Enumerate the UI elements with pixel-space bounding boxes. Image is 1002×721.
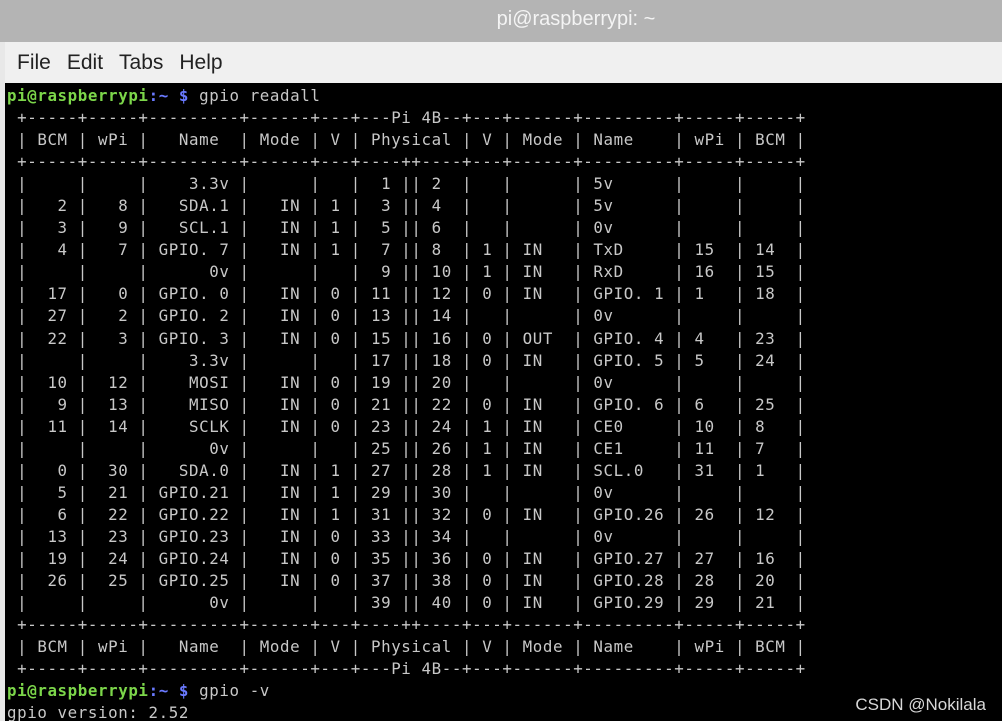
prompt-user: pi@raspberrypi (7, 86, 149, 105)
table-line: | 2 | 8 | SDA.1 | IN | 1 | 3 || 4 | | | … (7, 196, 806, 216)
table-line: | 6 | 22 | GPIO.22 | IN | 1 | 31 || 32 |… (7, 504, 806, 524)
prompt-separator: : (148, 86, 159, 105)
table-line: | | | 0v | | | 25 || 26 | 1 | IN | CE1 |… (7, 438, 806, 458)
window-title: pi@raspberrypi: ~ (496, 8, 656, 30)
prompt-line-1: pi@raspberrypi:~ $ gpio readall (7, 86, 320, 105)
table-line: | BCM | wPi | Name | Mode | V | Physical… (7, 637, 806, 657)
menu-edit[interactable]: Edit (67, 51, 103, 75)
watermark: CSDN @Nokilala (855, 695, 986, 714)
command-text: gpio readall (189, 86, 321, 105)
table-line: | 17 | 0 | GPIO. 0 | IN | 0 | 11 || 12 |… (7, 284, 806, 304)
version-output: gpio version: 2.52 (7, 703, 189, 721)
menu-tabs[interactable]: Tabs (119, 51, 163, 75)
table-line: | 4 | 7 | GPIO. 7 | IN | 1 | 7 || 8 | 1 … (7, 240, 806, 260)
menu-file[interactable]: File (17, 51, 51, 75)
table-line: | | | 0v | | | 9 || 10 | 1 | IN | RxD | … (7, 262, 806, 282)
prompt-path: ~ $ (158, 86, 190, 105)
table-line: | 27 | 2 | GPIO. 2 | IN | 0 | 13 || 14 |… (7, 306, 806, 326)
table-line: | 9 | 13 | MISO | IN | 0 | 21 || 22 | 0 … (7, 394, 806, 414)
terminal-area[interactable]: pi@raspberrypi:~ $ gpio readall +-----+-… (5, 83, 1002, 721)
table-line: | 19 | 24 | GPIO.24 | IN | 0 | 35 || 36 … (7, 548, 806, 568)
gpio-readall-table: +-----+-----+---------+------+---+---Pi … (7, 108, 806, 678)
prompt-user: pi@raspberrypi (7, 681, 149, 701)
prompt-line-2: pi@raspberrypi:~ $ gpio -v (7, 681, 270, 700)
table-line: | 0 | 30 | SDA.0 | IN | 1 | 27 || 28 | 1… (7, 460, 806, 480)
menu-help[interactable]: Help (179, 51, 222, 75)
table-line: +-----+-----+---------+------+---+---Pi … (7, 659, 806, 679)
table-line: | | | 3.3v | | | 17 || 18 | 0 | IN | GPI… (7, 350, 806, 370)
table-line: | 22 | 3 | GPIO. 3 | IN | 0 | 15 || 16 |… (7, 328, 806, 348)
table-line: | 26 | 25 | GPIO.25 | IN | 0 | 37 || 38 … (7, 571, 806, 591)
terminal-output: pi@raspberrypi:~ $ gpio readall +-----+-… (5, 83, 1002, 721)
table-line: | 5 | 21 | GPIO.21 | IN | 1 | 29 || 30 |… (7, 482, 806, 502)
table-line: +-----+-----+---------+------+---+----++… (7, 152, 806, 172)
prompt-path: ~ $ (158, 681, 190, 701)
table-line: | | | 0v | | | 39 || 40 | 0 | IN | GPIO.… (7, 593, 806, 613)
command-text: gpio -v (189, 681, 270, 701)
table-line: | 10 | 12 | MOSI | IN | 0 | 19 || 20 | |… (7, 372, 806, 392)
table-line: | BCM | wPi | Name | Mode | V | Physical… (7, 130, 806, 150)
table-line: +-----+-----+---------+------+---+---Pi … (7, 108, 806, 128)
window-titlebar[interactable]: pi@raspberrypi: ~ (0, 0, 1002, 42)
menu-bar: File Edit Tabs Help (5, 42, 1002, 83)
table-line: | 3 | 9 | SCL.1 | IN | 1 | 5 || 6 | | | … (7, 218, 806, 238)
prompt-separator: : (148, 681, 159, 701)
table-line: | 11 | 14 | SCLK | IN | 0 | 23 || 24 | 1… (7, 416, 806, 436)
table-line: | 13 | 23 | GPIO.23 | IN | 0 | 33 || 34 … (7, 526, 806, 546)
table-line: | | | 3.3v | | | 1 || 2 | | | 5v | | | (7, 174, 806, 194)
table-line: +-----+-----+---------+------+---+----++… (7, 615, 806, 635)
